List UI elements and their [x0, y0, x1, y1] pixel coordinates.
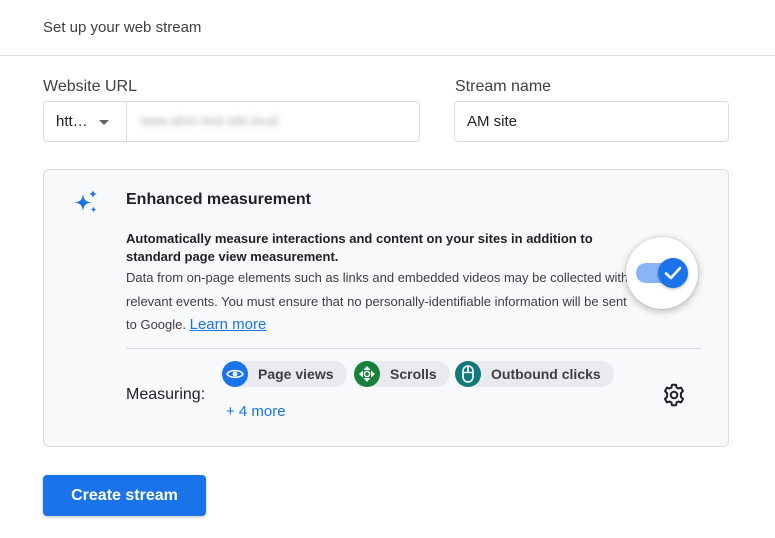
- chip-label: Outbound clicks: [491, 366, 601, 382]
- eye-icon: [222, 361, 248, 387]
- website-url-input[interactable]: www.alvin-test-site.local: [140, 113, 340, 128]
- enhanced-measurement-description: Data from on-page elements such as links…: [126, 266, 636, 337]
- scroll-arrows-icon: [354, 361, 380, 387]
- enhanced-measurement-card: Enhanced measurement Automatically measu…: [43, 169, 729, 447]
- stream-name-label: Stream name: [455, 78, 552, 95]
- chip-scrolls[interactable]: Scrolls: [354, 361, 450, 387]
- chip-outbound-clicks[interactable]: Outbound clicks: [455, 361, 614, 387]
- chip-label: Scrolls: [390, 366, 437, 382]
- page-title: Set up your web stream: [43, 19, 202, 36]
- sparkle-icon: [74, 190, 97, 213]
- caret-down-icon: [99, 120, 109, 125]
- chip-label: Page views: [258, 366, 334, 382]
- divider: [126, 348, 701, 349]
- page-header: Set up your web stream: [0, 0, 775, 56]
- measuring-label: Measuring:: [126, 386, 206, 403]
- website-url-field: htt… www.alvin-test-site.local: [43, 101, 420, 142]
- website-url-label: Website URL: [43, 78, 137, 95]
- chip-page-views[interactable]: Page views: [222, 361, 347, 387]
- enhanced-measurement-toggle[interactable]: [626, 237, 698, 309]
- checkmark-icon: [664, 266, 682, 280]
- enhanced-measurement-title: Enhanced measurement: [126, 191, 311, 208]
- create-stream-button[interactable]: Create stream: [43, 475, 206, 516]
- enhanced-measurement-summary: Automatically measure interactions and c…: [126, 231, 593, 264]
- protocol-select[interactable]: htt…: [44, 102, 127, 141]
- stream-name-value: AM site: [467, 113, 518, 130]
- protocol-value: htt…: [56, 113, 88, 130]
- stream-name-input[interactable]: AM site: [454, 101, 729, 142]
- mouse-icon: [455, 361, 481, 387]
- learn-more-link[interactable]: Learn more: [190, 316, 267, 333]
- toggle-knob: [658, 258, 688, 288]
- more-measurements-link[interactable]: + 4 more: [226, 403, 286, 420]
- gear-icon[interactable]: [662, 383, 686, 407]
